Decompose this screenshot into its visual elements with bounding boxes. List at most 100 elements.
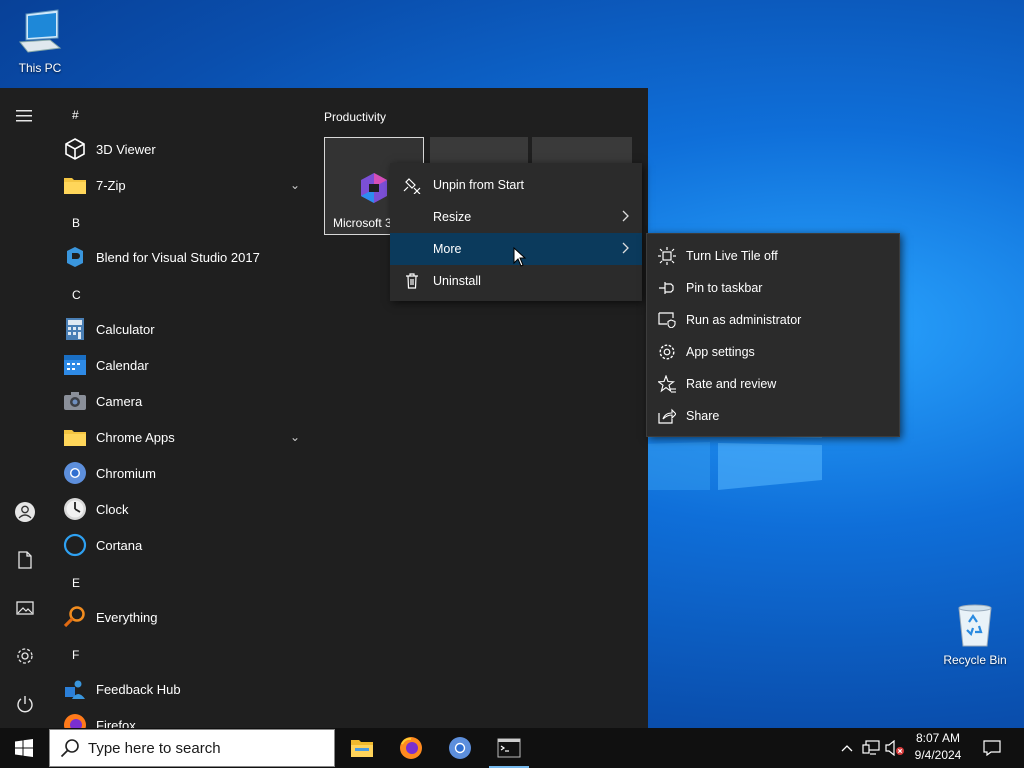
power-button[interactable] [0, 684, 50, 724]
menu-item-label: Unpin from Start [433, 178, 525, 192]
app-clock[interactable]: Clock [50, 491, 310, 527]
live-tile-icon [657, 246, 677, 266]
volume-button[interactable] [884, 728, 906, 768]
notification-icon [983, 740, 1001, 756]
section-header-f[interactable]: F [72, 648, 79, 662]
user-account-icon [15, 502, 35, 522]
section-header-c[interactable]: C [72, 288, 81, 302]
app-chrome-apps[interactable]: Chrome Apps ⌄ [50, 419, 310, 455]
mouse-cursor-icon [513, 247, 527, 267]
app-calendar[interactable]: Calendar [50, 347, 310, 383]
chevron-right-icon [622, 210, 630, 225]
documents-icon [18, 551, 32, 569]
action-center-button[interactable] [978, 728, 1006, 768]
show-hidden-icons-button[interactable] [838, 728, 856, 768]
hamburger-menu-button[interactable] [0, 96, 50, 136]
app-label: Cortana [96, 537, 143, 553]
menu-item-uninstall[interactable]: Uninstall [390, 265, 642, 297]
tile-group-label[interactable]: Productivity [324, 110, 386, 124]
menu-item-app-settings[interactable]: App settings [647, 336, 899, 368]
desktop-icon-label: Recycle Bin [943, 653, 1007, 667]
calendar-icon [63, 353, 87, 377]
menu-item-share[interactable]: Share [647, 400, 899, 432]
settings-button[interactable] [0, 636, 50, 676]
desktop-icon-this-pc[interactable]: This PC [0, 8, 80, 75]
firefox-icon [63, 713, 87, 728]
file-explorer-icon [351, 740, 373, 757]
app-7-zip[interactable]: 7-Zip ⌄ [50, 167, 310, 203]
desktop-icon-label: This PC [18, 61, 62, 75]
taskbar-clock[interactable]: 8:07 AM 9/4/2024 [904, 730, 972, 764]
chevron-down-icon[interactable]: ⌄ [290, 178, 300, 192]
app-feedback-hub[interactable]: Feedback Hub [50, 671, 310, 707]
clock-date: 9/4/2024 [914, 748, 962, 762]
app-list: # 3D Viewer 7-Zip ⌄ B Blend for Visual S… [50, 88, 310, 728]
taskbar-file-explorer[interactable] [338, 728, 386, 768]
app-camera[interactable]: Camera [50, 383, 310, 419]
network-icon [862, 740, 880, 755]
terminal-icon [497, 738, 521, 758]
documents-button[interactable] [0, 540, 50, 580]
feedback-hub-icon [63, 677, 87, 701]
menu-item-unpin[interactable]: Unpin from Start [390, 169, 642, 201]
app-calculator[interactable]: Calculator [50, 311, 310, 347]
menu-item-live-tile[interactable]: Turn Live Tile off [647, 240, 899, 272]
share-icon [657, 406, 677, 426]
menu-item-run-admin[interactable]: Run as administrator [647, 304, 899, 336]
app-blend[interactable]: Blend for Visual Studio 2017 [50, 239, 310, 275]
section-header-hash[interactable]: # [72, 108, 79, 122]
blank-icon [402, 207, 422, 227]
user-account-button[interactable] [0, 492, 50, 532]
windows-logo-icon [15, 739, 33, 757]
shield-window-icon [657, 310, 677, 330]
search-placeholder: Type here to search [88, 739, 221, 757]
chromium-icon [449, 737, 471, 759]
chevron-down-icon[interactable]: ⌄ [290, 430, 300, 444]
desktop-icon-recycle-bin[interactable]: Recycle Bin [935, 600, 1015, 667]
menu-item-label: More [433, 242, 462, 256]
app-3d-viewer[interactable]: 3D Viewer [50, 131, 310, 167]
app-label: Firefox [96, 717, 136, 729]
menu-item-label: Share [686, 409, 720, 423]
taskbar-chromium[interactable] [436, 728, 484, 768]
section-header-b[interactable]: B [72, 216, 80, 230]
menu-item-pin-taskbar[interactable]: Pin to taskbar [647, 272, 899, 304]
start-rail [0, 88, 50, 728]
app-cortana[interactable]: Cortana [50, 527, 310, 563]
app-everything[interactable]: Everything [50, 599, 310, 635]
menu-item-rate-review[interactable]: Rate and review [647, 368, 899, 400]
firefox-icon [400, 737, 422, 759]
network-button[interactable] [860, 728, 882, 768]
app-label: Clock [96, 501, 129, 517]
app-chromium[interactable]: Chromium [50, 455, 310, 491]
app-label: Feedback Hub [96, 681, 181, 697]
menu-item-label: Resize [433, 210, 472, 224]
taskbar-terminal[interactable] [485, 728, 533, 768]
start-button[interactable] [0, 728, 48, 768]
taskbar-firefox[interactable] [387, 728, 435, 768]
taskbar: Type here to search 8:07 AM 9/4/2024 [0, 728, 1024, 768]
pin-icon [657, 278, 677, 298]
pictures-icon [16, 601, 34, 615]
pictures-button[interactable] [0, 588, 50, 628]
hamburger-menu-icon [16, 110, 32, 122]
chromium-icon [63, 461, 87, 485]
unpin-icon [402, 175, 422, 195]
menu-item-label: Uninstall [433, 274, 481, 288]
app-firefox[interactable]: Firefox [50, 707, 310, 728]
camera-icon [63, 389, 87, 413]
volume-muted-icon [885, 740, 904, 756]
3d-viewer-icon [63, 137, 87, 161]
taskbar-search-box[interactable]: Type here to search [49, 729, 335, 767]
more-submenu: Turn Live Tile off Pin to taskbar Run as… [646, 233, 900, 437]
app-label: Chrome Apps [96, 429, 175, 445]
star-icon [657, 374, 677, 394]
section-header-e[interactable]: E [72, 576, 80, 590]
menu-item-label: Pin to taskbar [686, 281, 763, 295]
folder-icon [63, 173, 87, 197]
clock-time: 8:07 AM [915, 731, 961, 745]
app-label: Everything [96, 609, 158, 625]
tile-context-menu: Unpin from Start Resize More Uninstall [390, 163, 642, 301]
calculator-icon [63, 317, 87, 341]
menu-item-resize[interactable]: Resize [390, 201, 642, 233]
